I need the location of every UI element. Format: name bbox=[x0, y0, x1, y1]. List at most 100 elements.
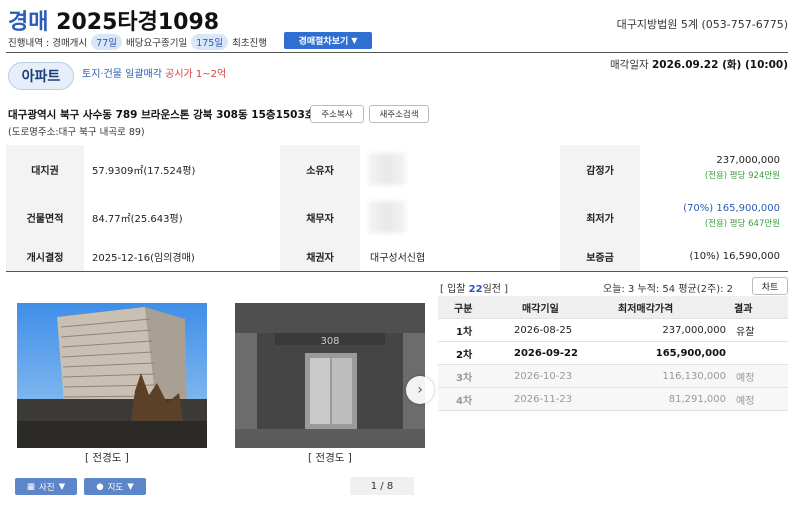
owner-label: 소유자 bbox=[280, 145, 360, 193]
appraisal-value: 237,000,000 bbox=[716, 155, 780, 166]
triangle-down-icon: ▼ bbox=[58, 481, 66, 492]
procedure-button[interactable]: 경매절차보기 ▼ bbox=[284, 32, 372, 49]
price: 116,130,000 bbox=[662, 371, 726, 382]
date: 2026-10-23 bbox=[514, 371, 573, 382]
bid-countdown: [ 입찰 22일전 ] bbox=[440, 280, 508, 295]
grid-icon: ▦ bbox=[26, 481, 35, 492]
dividend-days-badge: 175일 bbox=[191, 34, 229, 50]
copy-address-button[interactable]: 주소복사 bbox=[310, 105, 364, 123]
chevron-right-icon: › bbox=[417, 382, 423, 398]
creditor-value: 대구성서신협 bbox=[370, 253, 426, 264]
court-info: 대구지방법원 5계 (053-757-6775) bbox=[616, 18, 788, 31]
result: 예정 bbox=[736, 396, 755, 407]
building-value: 84.77㎡(25.643평) bbox=[92, 213, 183, 225]
bid-prefix: [ 입찰 bbox=[440, 284, 466, 295]
visit-stats: 오늘: 3 누적: 54 평균(2주): 2 bbox=[603, 284, 734, 295]
appraisal-label: 감정가 bbox=[560, 145, 640, 193]
min-price-value: (70%) 165,900,000 bbox=[683, 203, 780, 214]
header-result: 결과 bbox=[734, 304, 753, 315]
photo-exterior[interactable] bbox=[17, 303, 207, 448]
table-row: 1차 2026-08-25 237,000,000 유찰 bbox=[438, 319, 788, 342]
table-row: 4차 2026-11-23 81,291,000 예정 bbox=[438, 388, 788, 411]
price: 237,000,000 bbox=[662, 325, 726, 336]
min-price-label: 최저가 bbox=[560, 193, 640, 241]
round: 2차 bbox=[456, 350, 473, 361]
appraisal-sub: (전용) 평당 924만원 bbox=[704, 171, 780, 181]
procedure-button-label: 경매절차보기 bbox=[298, 37, 349, 47]
triangle-down-icon: ▼ bbox=[127, 481, 134, 492]
building-entrance-image: 308 bbox=[235, 303, 425, 448]
round: 4차 bbox=[456, 396, 473, 407]
next-photo-button[interactable]: › bbox=[406, 376, 434, 404]
progress-label: 진행내역 : 경매개시 bbox=[8, 38, 88, 49]
header-divider bbox=[6, 52, 788, 53]
creditor-label: 채권자 bbox=[280, 241, 360, 272]
header-price: 최저매각가격 bbox=[618, 304, 674, 315]
appraisal-cell: 237,000,000 (전용) 평당 924만원 bbox=[705, 155, 780, 181]
start-decision-label: 개시결정 bbox=[6, 241, 84, 272]
debtor-redacted bbox=[368, 201, 406, 233]
photo-button[interactable]: ▦ 사진 ▼ bbox=[15, 478, 77, 495]
date: 2026-08-25 bbox=[514, 325, 573, 336]
case-type: 경매 bbox=[8, 10, 49, 35]
info-divider bbox=[6, 271, 788, 272]
info-row: 건물면적 84.77㎡(25.643평) 채무자 최저가 (70%) 165,9… bbox=[6, 193, 788, 241]
dividend-label: 배당요구종기일 bbox=[126, 38, 188, 49]
result: 예정 bbox=[736, 373, 755, 384]
sale-date: 매각일자 2026.09.22 (화) (10:00) bbox=[610, 57, 788, 72]
sale-date-value: 2026.09.22 (화) (10:00) bbox=[651, 59, 788, 71]
photo-entrance[interactable]: 308 bbox=[235, 303, 425, 448]
first-progress-label: 최초진행 bbox=[232, 38, 268, 49]
sale-note: 공시가 1~2억 bbox=[165, 69, 227, 80]
price: 81,291,000 bbox=[668, 394, 726, 405]
road-address: (도로명주소:대구 북구 내곡로 89) bbox=[8, 127, 145, 138]
map-pin-icon: ● bbox=[96, 481, 104, 492]
sale-type: 토지·건물 일괄매각 공시가 1~2억 bbox=[82, 65, 226, 80]
new-address-search-button[interactable]: 새주소검색 bbox=[369, 105, 429, 123]
sale-date-label: 매각일자 bbox=[610, 59, 649, 71]
price: 165,900,000 bbox=[655, 348, 726, 359]
land-value: 57.9309㎡(17.524평) bbox=[92, 165, 196, 177]
property-address: 대구광역시 북구 사수동 789 브라운스톤 강북 308동 15층1503호 bbox=[8, 109, 315, 121]
schedule-header: 구분 매각기일 최저매각가격 결과 bbox=[438, 296, 788, 319]
building-sign-text: 308 bbox=[320, 336, 339, 347]
header-date: 매각기일 bbox=[522, 304, 559, 315]
min-price-cell: (70%) 165,900,000 (전용) 평당 647만원 bbox=[683, 203, 780, 229]
info-row: 개시결정 2025-12-16(임의경매) 채권자 대구성서신협 보증금 (10… bbox=[6, 241, 788, 272]
photo-caption-1: [ 전경도 ] bbox=[85, 452, 129, 464]
schedule-table: 구분 매각기일 최저매각가격 결과 1차 2026-08-25 237,000,… bbox=[438, 296, 788, 411]
photo-button-label: 사진 bbox=[38, 482, 55, 493]
date: 2026-11-23 bbox=[514, 394, 573, 405]
apartment-exterior-image bbox=[17, 303, 207, 448]
info-table: 대지권 57.9309㎡(17.524평) 소유자 감정가 237,000,00… bbox=[6, 145, 788, 272]
round: 1차 bbox=[456, 327, 473, 338]
progress-days-badge: 77일 bbox=[91, 34, 123, 50]
property-type-badge: 아파트 bbox=[8, 62, 74, 90]
date: 2026-09-22 bbox=[514, 348, 578, 359]
min-price-sub: (전용) 평당 647만원 bbox=[704, 219, 780, 229]
chart-button[interactable]: 차트 bbox=[752, 277, 788, 295]
bid-suffix: 일전 ] bbox=[482, 284, 509, 295]
deposit-value: (10%) 16,590,000 bbox=[689, 251, 780, 262]
owner-redacted bbox=[368, 153, 406, 185]
photo-caption-2: [ 전경도 ] bbox=[308, 452, 352, 464]
building-label: 건물면적 bbox=[6, 193, 84, 241]
debtor-label: 채무자 bbox=[280, 193, 360, 241]
deposit-label: 보증금 bbox=[560, 241, 640, 272]
case-title: 경매 2025타경1098 bbox=[8, 4, 219, 36]
table-row: 2차 2026-09-22 165,900,000 bbox=[438, 342, 788, 365]
map-button-label: 지도 bbox=[107, 482, 124, 493]
table-row: 3차 2026-10-23 116,130,000 예정 bbox=[438, 365, 788, 388]
info-row: 대지권 57.9309㎡(17.524평) 소유자 감정가 237,000,00… bbox=[6, 145, 788, 193]
map-button[interactable]: ● 지도 ▼ bbox=[84, 478, 146, 495]
case-number: 2025타경1098 bbox=[56, 10, 220, 35]
header-round: 구분 bbox=[454, 304, 473, 315]
land-label: 대지권 bbox=[6, 145, 84, 193]
sale-type-text: 토지·건물 일괄매각 bbox=[82, 69, 162, 80]
result: 유찰 bbox=[736, 327, 755, 338]
bid-days: 22 bbox=[468, 284, 483, 295]
triangle-down-icon: ▼ bbox=[351, 36, 358, 45]
photo-pager: 1 / 8 bbox=[350, 477, 414, 495]
start-decision-value: 2025-12-16(임의경매) bbox=[92, 253, 195, 264]
progress-row: 진행내역 : 경매개시 77일 배당요구종기일 175일 최초진행 bbox=[8, 34, 267, 50]
